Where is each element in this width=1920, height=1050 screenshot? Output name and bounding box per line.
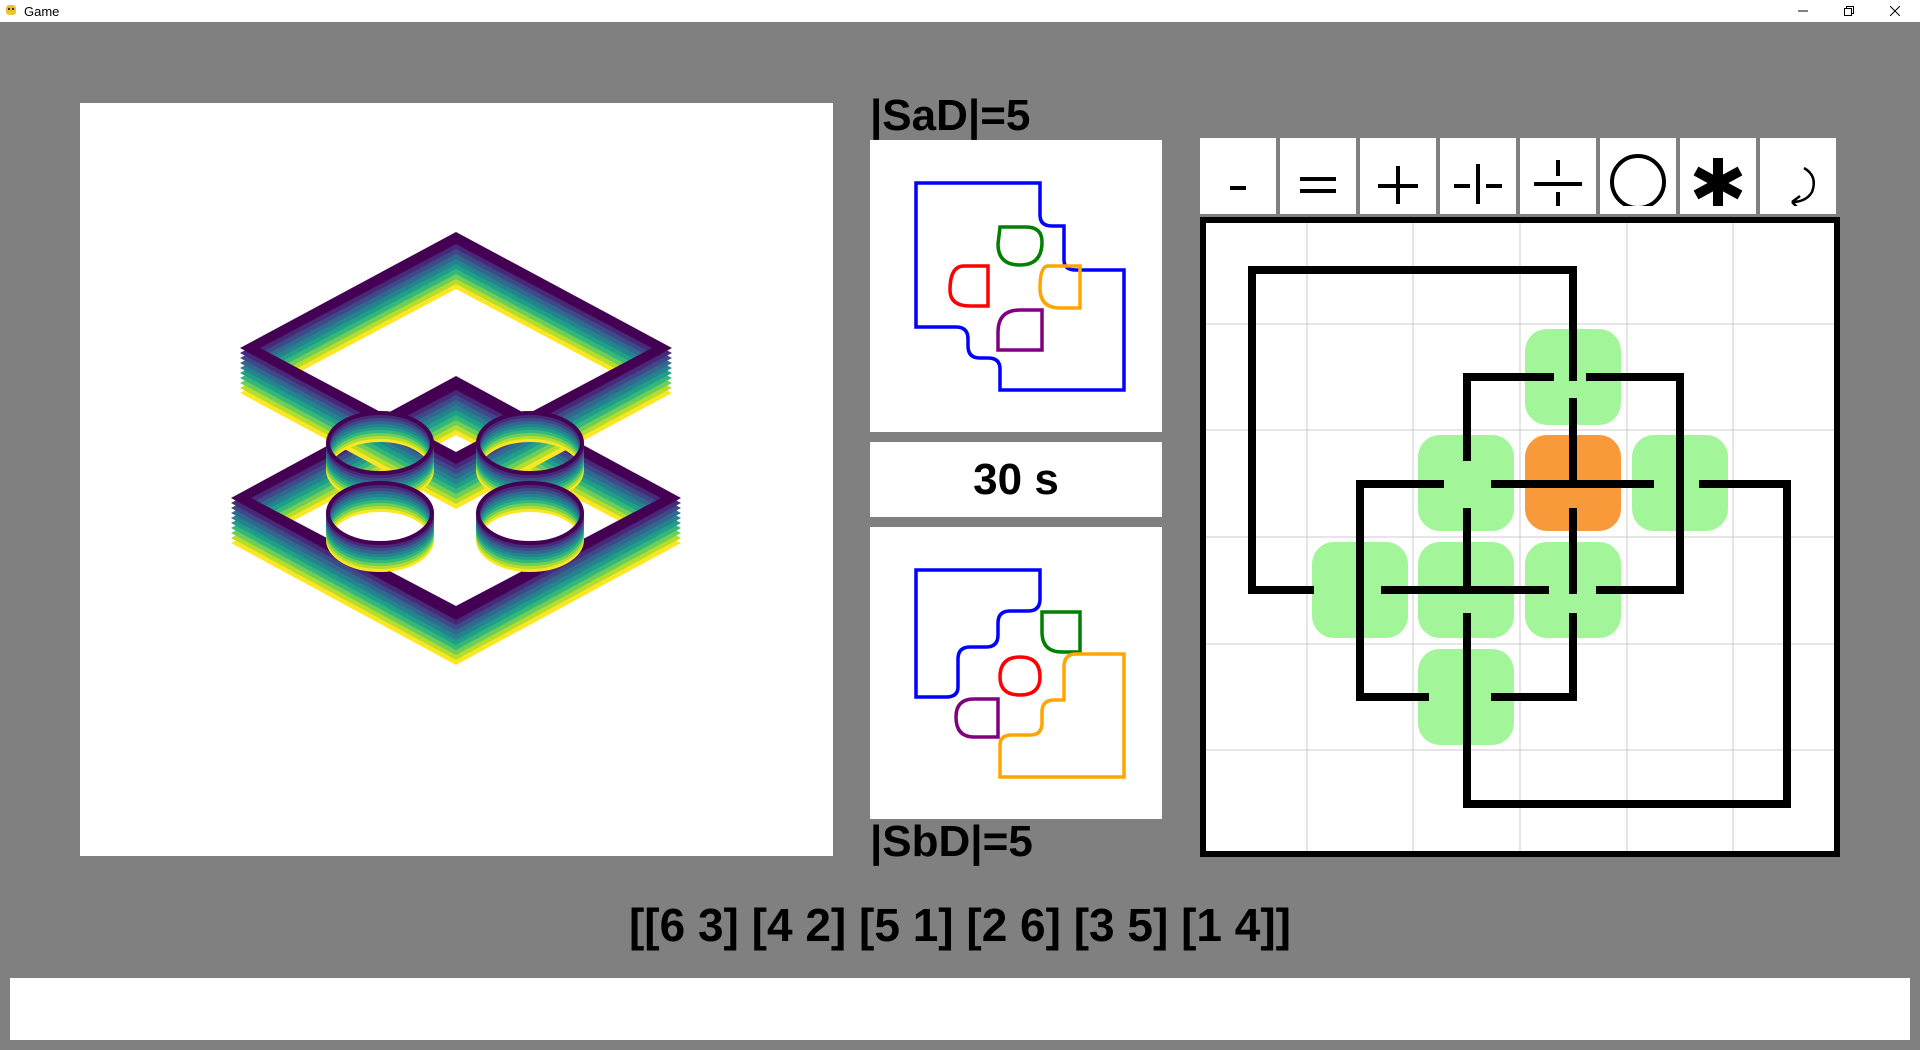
minimize-icon: [1798, 10, 1808, 12]
diagram-b: [870, 527, 1162, 819]
orange-region: [998, 652, 1126, 779]
surface-3d-render: [231, 232, 681, 665]
board-grid: [1200, 217, 1840, 857]
sad-label: |SaD|=5: [870, 91, 1031, 140]
permutation-text: [[6 3] [4 2] [5 1] [2 6] [3 5] [1 4]]: [628, 899, 1292, 951]
equals-tool-button[interactable]: [1280, 138, 1356, 214]
circle-icon: [1610, 154, 1666, 206]
blue-region: [914, 181, 1126, 392]
dashed-horizontal-cross-icon: [1534, 160, 1582, 206]
purple-region: [954, 697, 1000, 739]
red-region: [948, 264, 990, 308]
minimize-button[interactable]: [1780, 0, 1826, 22]
asterisk-icon: [1693, 158, 1743, 206]
close-button[interactable]: [1872, 0, 1918, 22]
horizontal-cross-tool-button[interactable]: [1440, 138, 1516, 214]
equals-icon: [1300, 177, 1336, 193]
diagram-b-drawing: [914, 568, 1126, 779]
purple-region: [996, 308, 1044, 352]
answer-input[interactable]: [10, 978, 1910, 1040]
title-bar: Game: [0, 0, 1920, 22]
undo-tool-button[interactable]: [1760, 138, 1836, 214]
vertical-cross-tool-button[interactable]: [1520, 138, 1596, 214]
minus-tool-button[interactable]: [1200, 138, 1276, 214]
grid-lines: [1200, 217, 1840, 857]
diagram-a-drawing: [914, 181, 1126, 392]
surface-3d-view: [80, 103, 833, 856]
asterisk-tool-button[interactable]: [1680, 138, 1756, 214]
red-region: [998, 655, 1042, 697]
orange-region: [1038, 264, 1082, 310]
tool-bar: [1200, 138, 1840, 214]
green-region: [1040, 610, 1082, 654]
game-board[interactable]: [1200, 217, 1840, 857]
close-icon: [1890, 6, 1900, 16]
restore-icon: [1844, 6, 1854, 16]
circle-tool-button[interactable]: [1600, 138, 1676, 214]
app-icon: [6, 5, 16, 15]
dashed-vertical-cross-icon: [1454, 164, 1502, 204]
minus-icon: [1230, 186, 1246, 190]
plus-tool-button[interactable]: [1360, 138, 1436, 214]
window-title: Game: [24, 4, 60, 19]
restore-button[interactable]: [1826, 0, 1872, 22]
timer-display: 30 s: [870, 442, 1162, 517]
sbd-label: |SbD|=5: [870, 817, 1033, 866]
green-region: [996, 225, 1044, 267]
blue-region: [914, 568, 1042, 699]
plus-icon: [1378, 166, 1418, 204]
diagram-a: [870, 140, 1162, 432]
undo-arrow-icon: [1791, 166, 1815, 206]
